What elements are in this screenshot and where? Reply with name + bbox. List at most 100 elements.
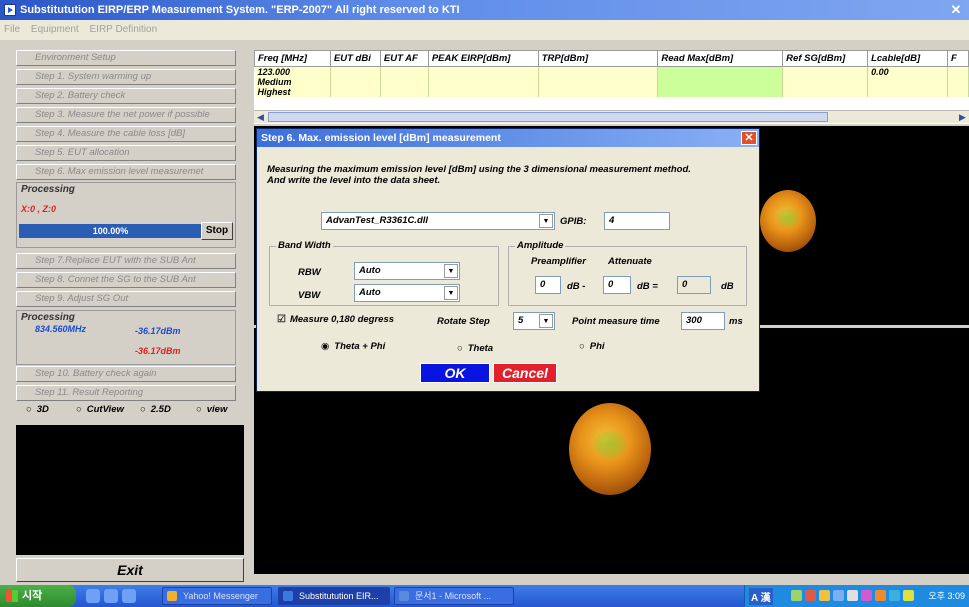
table-cell[interactable] bbox=[330, 77, 381, 87]
chevron-down-icon[interactable]: ▼ bbox=[444, 264, 458, 278]
table-cell[interactable] bbox=[782, 66, 869, 77]
table-cell[interactable] bbox=[947, 87, 969, 97]
step-environment-setup[interactable]: Environment Setup bbox=[16, 50, 236, 66]
col-eut-af[interactable]: EUT AF bbox=[379, 50, 429, 67]
tray-icon[interactable] bbox=[875, 590, 886, 601]
dialog-close-icon[interactable]: ✕ bbox=[741, 131, 757, 145]
step-8-connect-sg[interactable]: Step 8. Connet the SG to the SUB Ant bbox=[16, 272, 236, 288]
table-cell[interactable] bbox=[867, 87, 948, 97]
point-measure-time-field[interactable]: 300 bbox=[681, 312, 725, 330]
scrollbar-thumb[interactable] bbox=[268, 112, 828, 122]
table-cell[interactable] bbox=[380, 66, 429, 77]
col-eut-dbi[interactable]: EUT dBi bbox=[329, 50, 381, 67]
table-cell[interactable] bbox=[867, 77, 948, 87]
menu-equipment[interactable]: Equipment bbox=[27, 20, 83, 35]
step-11-result-reporting[interactable]: Step 11. Result Reporting bbox=[16, 385, 236, 401]
col-read-max[interactable]: Read Max[dBm] bbox=[657, 50, 784, 67]
tray-icon[interactable] bbox=[819, 590, 830, 601]
table-cell[interactable]: Highest bbox=[254, 87, 331, 97]
radio-phi[interactable]: Phi bbox=[579, 341, 605, 352]
step-2-battery-check[interactable]: Step 2. Battery check bbox=[16, 88, 236, 104]
table-cell[interactable] bbox=[330, 66, 381, 77]
tray-icon[interactable] bbox=[903, 590, 914, 601]
step-6-max-emission[interactable]: Step 6. Max emission level measuremet bbox=[16, 164, 236, 180]
table-cell[interactable] bbox=[330, 87, 381, 97]
quicklaunch-icon[interactable] bbox=[122, 589, 136, 603]
col-freq[interactable]: Freq [MHz] bbox=[254, 50, 331, 67]
rotate-step-select[interactable]: 5 ▼ bbox=[513, 312, 555, 330]
table-cell[interactable] bbox=[782, 77, 869, 87]
tray-icon[interactable] bbox=[833, 590, 844, 601]
table-cell[interactable]: 123.000 bbox=[254, 66, 331, 77]
col-ref-sg[interactable]: Ref SG[dBm] bbox=[782, 50, 869, 67]
table-cell[interactable]: 0.00 bbox=[867, 66, 948, 77]
view-radio-3d[interactable]: 3D bbox=[26, 404, 49, 415]
chevron-down-icon[interactable]: ▼ bbox=[539, 214, 553, 228]
col-lcable[interactable]: Lcable[dB] bbox=[867, 50, 948, 67]
step-7-replace-eut[interactable]: Step 7.Replace EUT with the SUB Ant bbox=[16, 253, 236, 269]
measure-0-180-checkbox[interactable]: Measure 0,180 degress bbox=[277, 314, 394, 325]
step-9-adjust-sg[interactable]: Step 9. Adjust SG Out bbox=[16, 291, 236, 307]
table-cell[interactable] bbox=[380, 77, 429, 87]
grid-horizontal-scrollbar[interactable]: ◀ ▶ bbox=[254, 110, 969, 123]
menu-file[interactable]: File bbox=[0, 20, 24, 35]
exit-button[interactable]: Exit bbox=[16, 558, 244, 582]
task-substitution-app[interactable]: Substitutution EIR... bbox=[278, 587, 390, 605]
task-word-document[interactable]: 문서1 - Microsoft ... bbox=[394, 587, 514, 605]
scroll-left-icon[interactable]: ◀ bbox=[254, 111, 267, 123]
view-radio-view[interactable]: view bbox=[196, 404, 228, 415]
table-cell[interactable] bbox=[428, 87, 539, 97]
stop-button[interactable]: Stop bbox=[201, 222, 233, 240]
gpib-field[interactable]: 4 bbox=[604, 212, 670, 230]
step-5-eut-allocation[interactable]: Step 5. EUT allocation bbox=[16, 145, 236, 161]
close-icon[interactable]: ✕ bbox=[947, 1, 965, 18]
radio-theta[interactable]: Theta bbox=[457, 343, 493, 354]
table-cell[interactable] bbox=[538, 77, 659, 87]
preamplifier-field[interactable]: 0 bbox=[535, 276, 561, 294]
rbw-select[interactable]: Auto ▼ bbox=[354, 262, 460, 280]
menu-eirp-definition[interactable]: EIRP Definition bbox=[86, 20, 162, 35]
chevron-down-icon[interactable]: ▼ bbox=[444, 286, 458, 300]
start-button[interactable]: 시작 bbox=[0, 585, 76, 607]
tray-icon[interactable] bbox=[861, 590, 872, 601]
tray-icon[interactable] bbox=[847, 590, 858, 601]
show-desktop-icon[interactable] bbox=[104, 589, 118, 603]
ime-indicator[interactable]: A 漢 bbox=[749, 588, 773, 605]
radio-theta-phi[interactable]: Theta + Phi bbox=[321, 341, 385, 352]
table-cell[interactable] bbox=[947, 77, 969, 87]
table-cell[interactable] bbox=[782, 87, 869, 97]
attenuate-label: Attenuate bbox=[608, 256, 652, 267]
vbw-select[interactable]: Auto ▼ bbox=[354, 284, 460, 302]
ok-button[interactable]: OK bbox=[420, 363, 490, 383]
ie-icon[interactable] bbox=[86, 589, 100, 603]
cancel-button[interactable]: Cancel bbox=[493, 363, 557, 383]
table-cell[interactable] bbox=[538, 87, 659, 97]
table-cell[interactable] bbox=[428, 77, 539, 87]
scroll-right-icon[interactable]: ▶ bbox=[956, 111, 969, 123]
step-1-warming-up[interactable]: Step 1. System warming up bbox=[16, 69, 236, 85]
tray-icon[interactable] bbox=[805, 590, 816, 601]
step-3-net-power[interactable]: Step 3. Measure the net power if possibl… bbox=[16, 107, 236, 123]
table-cell[interactable] bbox=[657, 66, 784, 77]
tray-icon[interactable] bbox=[889, 590, 900, 601]
col-peak-eirp[interactable]: PEAK EIRP[dBm] bbox=[427, 50, 539, 67]
table-cell[interactable] bbox=[657, 87, 784, 97]
col-trp[interactable]: TRP[dBm] bbox=[537, 50, 659, 67]
table-cell[interactable] bbox=[947, 66, 969, 77]
view-radio-2-5d[interactable]: 2.5D bbox=[140, 404, 171, 415]
step-10-battery-again[interactable]: Step 10. Battery check again bbox=[16, 366, 236, 382]
chevron-down-icon[interactable]: ▼ bbox=[539, 314, 553, 328]
table-cell[interactable] bbox=[538, 66, 659, 77]
col-f[interactable]: F bbox=[946, 50, 969, 67]
table-cell[interactable]: Medium bbox=[254, 77, 331, 87]
table-cell[interactable] bbox=[428, 66, 539, 77]
step-4-cable-loss[interactable]: Step 4. Measure the cable loss [dB] bbox=[16, 126, 236, 142]
task-yahoo-messenger[interactable]: Yahoo! Messenger bbox=[162, 587, 272, 605]
view-radio-cutview[interactable]: CutView bbox=[76, 404, 124, 415]
tray-icon[interactable] bbox=[791, 590, 802, 601]
attenuate-field[interactable]: 0 bbox=[603, 276, 631, 294]
table-cell[interactable] bbox=[380, 87, 429, 97]
rotate-step-label: Rotate Step bbox=[437, 316, 490, 327]
instrument-select[interactable]: AdvanTest_R3361C.dll ▼ bbox=[321, 212, 555, 230]
table-cell[interactable] bbox=[657, 77, 784, 87]
